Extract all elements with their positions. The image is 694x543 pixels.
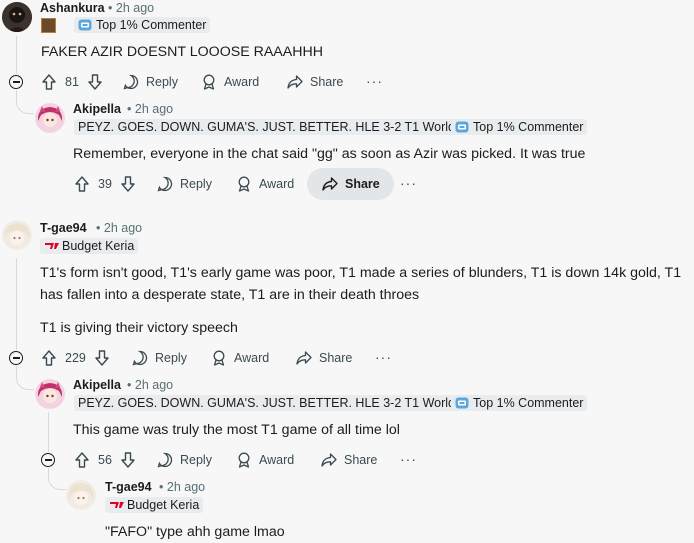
share-icon <box>321 453 337 467</box>
more-options-icon[interactable]: ··· <box>400 175 417 191</box>
comment-author[interactable]: T-gae94 <box>105 480 152 494</box>
share-button[interactable]: Share <box>295 342 352 374</box>
comment-body: "FAFO" type ahh game lmao <box>105 524 285 540</box>
thread-line-root2 <box>16 258 17 350</box>
downvote-icon[interactable] <box>119 175 137 193</box>
downvote-icon[interactable] <box>86 73 104 91</box>
comment-time: • 2h ago <box>96 221 143 235</box>
user-flair: Top 1% Commenter <box>74 17 211 33</box>
collapse-thread-button[interactable] <box>9 75 23 89</box>
comment-time: • 2h ago <box>127 102 174 116</box>
comment-body: T1's form isn't good, T1's early game wa… <box>40 265 682 303</box>
comment-body: This game was truly the most T1 game of … <box>73 422 400 438</box>
collapse-thread-button[interactable] <box>41 453 55 467</box>
award-button[interactable]: Award <box>235 444 294 476</box>
reply-button[interactable]: Reply <box>122 66 178 98</box>
award-button[interactable]: Award <box>200 66 259 98</box>
award-icon <box>238 176 250 192</box>
comment-author[interactable]: Ashankura <box>40 1 105 15</box>
avatar[interactable] <box>66 480 96 510</box>
team-logo-icon <box>44 240 59 252</box>
reply-button[interactable]: Reply <box>156 168 212 200</box>
share-icon <box>296 351 312 365</box>
comment-body: Remember, everyone in the chat said "gg"… <box>73 146 586 162</box>
vote-count: 229 <box>65 351 86 365</box>
share-icon <box>322 177 338 191</box>
vote-controls: 81 <box>40 66 104 98</box>
thread-line-root1 <box>16 36 17 74</box>
comment-body-paragraph: T1 is giving their victory speech <box>40 320 238 336</box>
commenter-badge-icon <box>455 397 469 409</box>
upvote-icon[interactable] <box>73 451 91 469</box>
avatar[interactable] <box>2 220 32 250</box>
comment-author[interactable]: T-gae94 <box>40 221 87 235</box>
vote-controls: 229 <box>40 342 111 374</box>
award-icon <box>203 74 215 90</box>
user-flair-text: PEYZ. GOES. DOWN. GUMA'S. JUST. BETTER. … <box>74 395 496 411</box>
downvote-icon[interactable] <box>93 349 111 367</box>
reply-button[interactable]: Reply <box>156 444 212 476</box>
upvote-icon[interactable] <box>40 73 58 91</box>
share-icon <box>287 75 303 89</box>
vote-count: 81 <box>65 75 79 89</box>
vote-count: 56 <box>98 453 112 467</box>
collapse-thread-button[interactable] <box>9 351 23 365</box>
upvote-icon[interactable] <box>73 175 91 193</box>
vote-count: 39 <box>98 177 112 191</box>
reply-icon <box>157 452 173 468</box>
reply-icon <box>123 74 139 90</box>
user-icon <box>41 18 56 33</box>
award-icon <box>213 350 225 366</box>
upvote-icon[interactable] <box>40 349 58 367</box>
user-flair-text: PEYZ. GOES. DOWN. GUMA'S. JUST. BETTER. … <box>74 119 496 135</box>
share-button[interactable]: Share <box>286 66 343 98</box>
thread-curve-reply1 <box>16 90 34 114</box>
avatar[interactable] <box>35 103 65 133</box>
thread-curve-reply2 <box>16 366 34 390</box>
comment-time: • 2h ago <box>159 480 206 494</box>
comment-author[interactable]: Akipella <box>73 378 121 392</box>
comment-body: FAKER AZIR DOESNT LOOOSE RAAAHHH <box>41 44 323 60</box>
award-button[interactable]: Award <box>235 168 294 200</box>
avatar[interactable] <box>2 2 32 32</box>
comment-time: • 2h ago <box>127 378 174 392</box>
thread-curve-reply3 <box>48 468 66 490</box>
user-flair: Budget Keria <box>40 238 139 254</box>
reply-icon <box>132 350 148 366</box>
share-button[interactable]: Share <box>307 168 394 200</box>
more-options-icon[interactable]: ··· <box>400 451 417 467</box>
avatar[interactable] <box>35 379 65 409</box>
vote-controls: 56 <box>73 444 137 476</box>
commenter-badge-icon <box>455 121 469 133</box>
award-icon <box>238 452 250 468</box>
award-button[interactable]: Award <box>210 342 269 374</box>
vote-controls: 39 <box>73 168 137 200</box>
reply-button[interactable]: Reply <box>131 342 187 374</box>
comment-time: • 2h ago <box>108 1 155 15</box>
user-flair: Budget Keria <box>105 497 204 513</box>
comment-author[interactable]: Akipella <box>73 102 121 116</box>
user-flair: Top 1% Commenter <box>451 395 588 411</box>
more-options-icon[interactable]: ··· <box>366 73 383 89</box>
commenter-badge-icon <box>78 19 92 31</box>
user-flair: Top 1% Commenter <box>451 119 588 135</box>
reply-icon <box>157 176 173 192</box>
share-button[interactable]: Share <box>320 444 377 476</box>
more-options-icon[interactable]: ··· <box>375 349 392 365</box>
downvote-icon[interactable] <box>119 451 137 469</box>
team-logo-icon <box>109 499 124 511</box>
thread-line-reply2 <box>48 412 49 452</box>
